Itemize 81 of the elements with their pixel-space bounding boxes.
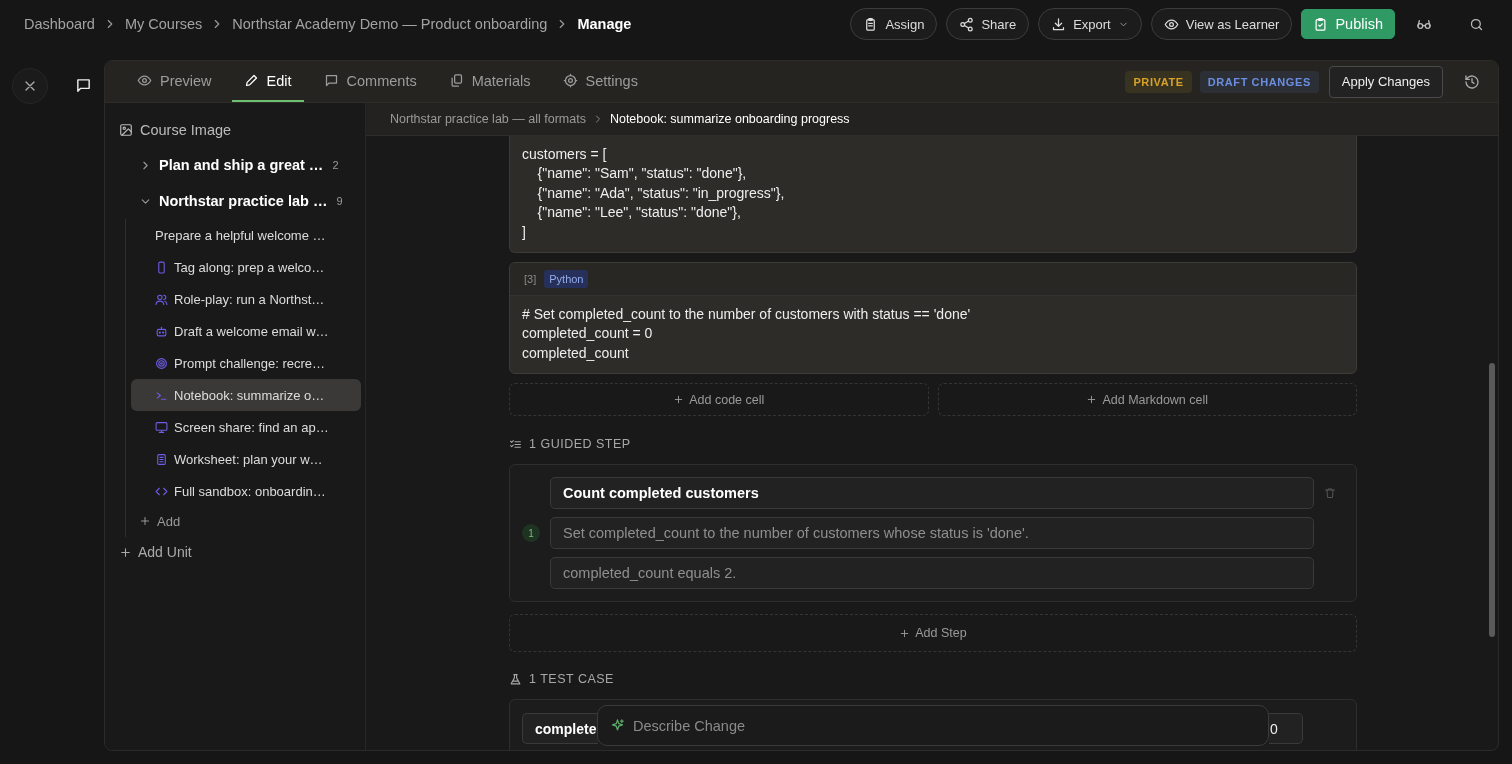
check-field[interactable]: completed_count equals 2. [550, 557, 1314, 590]
clipboard-check-icon [1313, 16, 1329, 32]
breadcrumb-link[interactable]: My Courses [124, 16, 203, 32]
language-badge: Python [544, 270, 589, 289]
add-lesson-button[interactable]: Add [131, 507, 181, 535]
tab[interactable]: Comments [311, 61, 429, 102]
lesson-item[interactable]: Screen share: find an ap… [131, 411, 361, 443]
search-button[interactable] [1469, 16, 1484, 32]
unit-row[interactable]: Plan and ship a great … 2 [117, 147, 360, 183]
describe-change-field[interactable]: Describe Change [597, 705, 1269, 746]
code-text[interactable]: # Set completed_count to the number of customers with status == 'done' completed_count = 0 completed_count [510, 296, 1356, 374]
message-icon [323, 73, 339, 88]
plus-icon [673, 394, 685, 406]
close-button[interactable] [12, 68, 48, 104]
lesson-item[interactable]: Tag along: prep a welco… [131, 251, 361, 283]
checklist-icon [509, 437, 522, 451]
tab[interactable]: Settings [550, 61, 650, 102]
document-icon [155, 452, 168, 466]
lesson-item[interactable]: Notebook: summarize o… [131, 379, 361, 411]
lesson-item[interactable]: Draft a welcome email w… [131, 315, 361, 347]
sparkle-icon [610, 718, 625, 733]
header-button[interactable]: Share [946, 8, 1030, 40]
add-cell-button[interactable]: Add Markdown cell [937, 383, 1357, 417]
download-icon [1051, 16, 1067, 32]
plus-icon [139, 515, 151, 527]
step-number: 1 [522, 524, 540, 543]
history-icon [1464, 73, 1480, 90]
add-unit-button[interactable]: Add Unit [117, 537, 192, 567]
section-heading: 1 GUIDED STEP [529, 437, 631, 452]
search-icon [1469, 16, 1484, 32]
monitor-icon [155, 420, 168, 434]
code-cell[interactable]: customers = [ {"name": "Sam", "status": "done"}, {"name": "Ada", "status": "in_progress"}, {"name": "Lee", "status": "done"}, ] [509, 136, 1357, 254]
breadcrumb-link[interactable]: Notebook: summarize onboarding progress [609, 112, 850, 126]
trash-icon [1324, 487, 1336, 500]
header-button[interactable]: Assign [850, 8, 938, 40]
copy-icon [448, 73, 464, 88]
plus-icon [119, 545, 132, 559]
image-icon [119, 123, 133, 137]
flask-icon [509, 672, 522, 686]
code-cell[interactable]: [3] Python # Set completed_count to the number of customers with status == 'done' completed_count = 0 completed_count [509, 262, 1357, 375]
header-button[interactable]: View as Learner [1150, 8, 1293, 40]
plus-icon [1086, 394, 1098, 406]
people-icon [155, 292, 168, 306]
instruction-field[interactable]: Set completed_count to the number of customers whose status is 'done'. [550, 517, 1314, 550]
tab[interactable]: Materials [436, 61, 543, 102]
unit-row[interactable]: Northstar practice lab … 9 [117, 183, 360, 219]
breadcrumb-link[interactable]: Northstar Academy Demo — Product onboarding [232, 16, 548, 32]
lesson-item[interactable]: Full sandbox: onboardin… [131, 475, 361, 507]
apply-changes-button[interactable]: Apply Changes [1328, 65, 1443, 98]
robot-icon [155, 324, 168, 338]
step-title-field[interactable]: Count completed customers [550, 477, 1314, 510]
phone-icon [155, 260, 168, 274]
cell-index: [3] [524, 273, 537, 286]
add-step-button[interactable]: Add Step [509, 614, 1357, 653]
expected-value-field[interactable]: 0 [1269, 713, 1303, 745]
plus-icon [899, 627, 911, 639]
comments-button[interactable] [75, 77, 92, 94]
add-cell-button[interactable]: Add code cell [509, 383, 929, 417]
lesson-item[interactable]: Worksheet: plan your w… [131, 443, 361, 475]
breadcrumb-link[interactable]: Northstar practice lab — all formats [390, 112, 586, 126]
breadcrumb-link[interactable]: Dashboard [24, 16, 95, 32]
history-button[interactable] [1464, 73, 1480, 90]
eye-icon [137, 73, 152, 88]
message-icon [75, 77, 92, 94]
tab[interactable]: Preview [125, 61, 224, 102]
lesson-item[interactable]: Role-play: run a Northst… [131, 283, 361, 315]
header-button[interactable]: Export [1038, 8, 1142, 40]
breadcrumb-link[interactable]: Manage [577, 16, 632, 32]
publish-button[interactable]: Publish [1301, 9, 1395, 39]
course-image-row[interactable]: Course Image [117, 119, 360, 141]
status-badge: DRAFT CHANGES [1199, 70, 1319, 93]
section-heading: 1 TEST CASE [529, 672, 614, 687]
lesson-item[interactable]: Prompt challenge: recre… [131, 347, 361, 379]
pencil-icon [243, 73, 259, 88]
share-icon [959, 16, 975, 32]
status-badge: PRIVATE [1125, 70, 1192, 93]
target-icon [155, 356, 168, 370]
eye-icon [1163, 16, 1179, 32]
scrollbar[interactable] [1489, 363, 1495, 637]
test-name-field[interactable]: complete [522, 713, 598, 745]
lesson-item[interactable]: Prepare a helpful welcome … [131, 219, 361, 251]
